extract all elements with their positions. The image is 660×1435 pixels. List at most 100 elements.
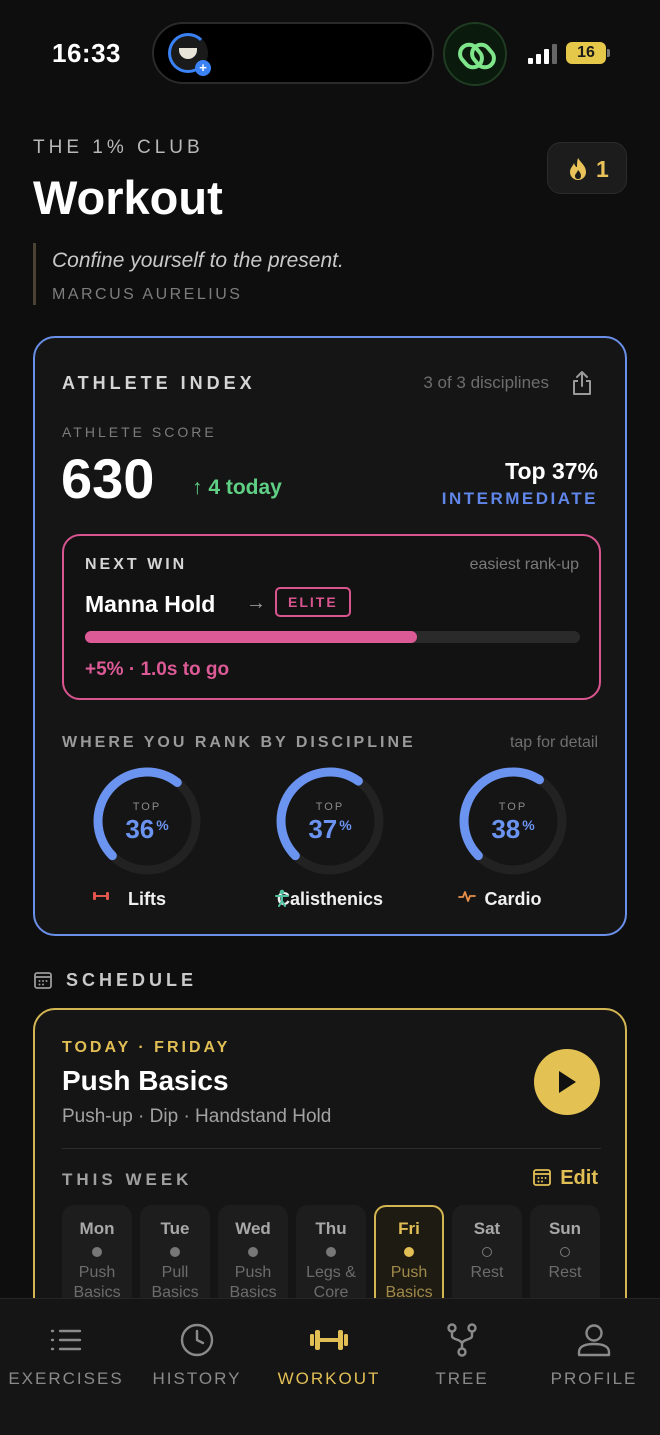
quote-accent-bar xyxy=(33,243,36,305)
gauge-top-label: TOP xyxy=(132,801,162,813)
today-label: TODAY · FRIDAY xyxy=(62,1039,231,1056)
score-label: ATHLETE SCORE xyxy=(62,424,217,440)
athlete-score: 630 xyxy=(61,447,155,510)
this-week-label: THIS WEEK xyxy=(62,1170,193,1189)
gauge-top-label: TOP xyxy=(315,801,345,813)
tab-label: PROFILE xyxy=(550,1369,638,1388)
today-workout-title: Push Basics xyxy=(62,1065,229,1096)
tab-label: WORKOUT xyxy=(277,1369,381,1388)
quote-author: MARCUS AURELIUS xyxy=(52,286,243,303)
tree-icon xyxy=(447,1323,477,1357)
heartbeat-icon xyxy=(458,891,476,902)
tab-workout[interactable]: WORKOUT xyxy=(263,1323,395,1389)
discipline-gauge-calisthenics[interactable]: TOP 37% Calisthenics xyxy=(245,766,415,916)
next-win-card[interactable]: NEXT WIN easiest rank-up Manna Hold → EL… xyxy=(62,534,601,700)
tab-label: TREE xyxy=(435,1369,489,1388)
discipline-gauge-lifts[interactable]: TOP 36% Lifts xyxy=(62,766,232,916)
day-workout: Push Basics xyxy=(385,1264,433,1301)
calendar-icon xyxy=(533,1169,552,1186)
day-name: Wed xyxy=(235,1219,271,1238)
athlete-index-title: ATHLETE INDEX xyxy=(62,373,256,393)
tab-profile[interactable]: PROFILE xyxy=(528,1323,660,1389)
day-workout: Pull Basics xyxy=(151,1264,199,1301)
today-exercises: Push-up · Dip · Handstand Hold xyxy=(62,1106,332,1127)
status-time: 16:33 xyxy=(52,38,121,68)
divider xyxy=(62,1148,601,1149)
gauge-value: 36% xyxy=(125,814,169,844)
day-name: Sat xyxy=(473,1219,501,1238)
day-status-dot xyxy=(170,1247,180,1257)
level-badge: INTERMEDIATE xyxy=(441,489,598,508)
discipline-name-calisthenics: Calisthenics xyxy=(275,889,384,909)
day-status-dot xyxy=(560,1247,570,1257)
day-status-dot xyxy=(248,1247,258,1257)
next-win-progress-fill xyxy=(85,631,417,643)
tab-label: EXERCISES xyxy=(8,1369,124,1388)
gauge-value: 37% xyxy=(308,814,352,844)
list-icon xyxy=(50,1329,82,1351)
calendar-icon xyxy=(34,972,52,989)
flame-icon xyxy=(570,158,586,180)
next-win-exercise: Manna Hold xyxy=(85,591,216,617)
dynamic-island[interactable]: + xyxy=(152,22,434,84)
tab-exercises[interactable]: EXERCISES xyxy=(0,1323,132,1389)
day-status-dot xyxy=(326,1247,336,1257)
battery-icon: 16 xyxy=(566,42,606,64)
discipline-name-lifts: Lifts xyxy=(62,889,232,910)
day-name: Fri xyxy=(398,1219,420,1238)
clock-icon xyxy=(180,1323,214,1357)
day-status-dot xyxy=(404,1247,414,1257)
day-name: Tue xyxy=(160,1219,190,1238)
day-name: Mon xyxy=(79,1219,115,1238)
top-percent: Top 37% xyxy=(505,458,598,484)
streak-count: 1 xyxy=(596,156,609,182)
app-activity-icon[interactable]: + xyxy=(168,33,211,76)
cell-signal-icon xyxy=(528,44,560,64)
tab-label: HISTORY xyxy=(152,1369,242,1388)
disciplines-count: 3 of 3 disciplines xyxy=(423,373,549,392)
tab-tree[interactable]: TREE xyxy=(396,1323,528,1389)
day-name: Sun xyxy=(548,1219,582,1238)
tab-history[interactable]: HISTORY xyxy=(131,1323,263,1389)
person-icon xyxy=(275,889,289,907)
edit-schedule-button[interactable]: Edit xyxy=(532,1167,598,1190)
day-workout: Push Basics xyxy=(73,1264,121,1301)
quote-text: Confine yourself to the present. xyxy=(52,249,344,272)
next-win-hint: easiest rank-up xyxy=(469,556,579,573)
play-icon xyxy=(559,1071,576,1093)
day-workout: Legs & Core xyxy=(306,1264,356,1301)
day-status-dot xyxy=(92,1247,102,1257)
battery-tip xyxy=(607,49,610,57)
score-delta: ↑ 4 today xyxy=(192,476,282,499)
start-workout-button[interactable] xyxy=(534,1049,600,1115)
athlete-index-card[interactable]: ATHLETE INDEX 3 of 3 disciplines ATHLETE… xyxy=(33,336,627,936)
next-win-progress-track xyxy=(85,631,580,643)
rank-section-label: WHERE YOU RANK BY DISCIPLINE xyxy=(62,734,416,751)
day-workout: Rest xyxy=(548,1264,582,1281)
person-icon xyxy=(577,1324,611,1357)
page-title: Workout xyxy=(33,171,223,224)
link-app-icon[interactable] xyxy=(443,22,507,86)
schedule-card[interactable]: TODAY · FRIDAY Push Basics Push-up · Dip… xyxy=(33,1008,627,1328)
share-icon[interactable] xyxy=(571,370,593,396)
rank-section-hint: tap for detail xyxy=(509,734,598,751)
bottom-tab-bar: EXERCISES HISTORY WORKOUT TREE PROFILE xyxy=(0,1298,660,1435)
streak-badge[interactable]: 1 xyxy=(547,142,627,194)
discipline-gauge-cardio[interactable]: TOP 38% Cardio xyxy=(428,766,598,916)
gauge-top-label: TOP xyxy=(498,801,528,813)
day-name: Thu xyxy=(315,1219,347,1238)
target-rank-badge: ELITE xyxy=(275,587,351,617)
day-workout: Rest xyxy=(470,1264,504,1281)
discipline-name-cardio: Cardio xyxy=(428,889,598,910)
gauge-value: 38% xyxy=(491,814,535,844)
dumbbell-icon xyxy=(93,892,109,900)
next-win-progress-text: +5% · 1.0s to go xyxy=(85,659,230,680)
day-status-dot xyxy=(482,1247,492,1257)
next-win-label: NEXT WIN xyxy=(85,556,188,573)
status-bar: 16:33 + 16 xyxy=(0,0,660,100)
schedule-label: SCHEDULE xyxy=(66,970,198,990)
day-workout: Push Basics xyxy=(229,1264,277,1301)
dumbbell-icon xyxy=(310,1330,348,1350)
arrow-right-icon: → xyxy=(246,592,266,614)
brand-eyebrow: THE 1% CLUB xyxy=(33,137,204,158)
